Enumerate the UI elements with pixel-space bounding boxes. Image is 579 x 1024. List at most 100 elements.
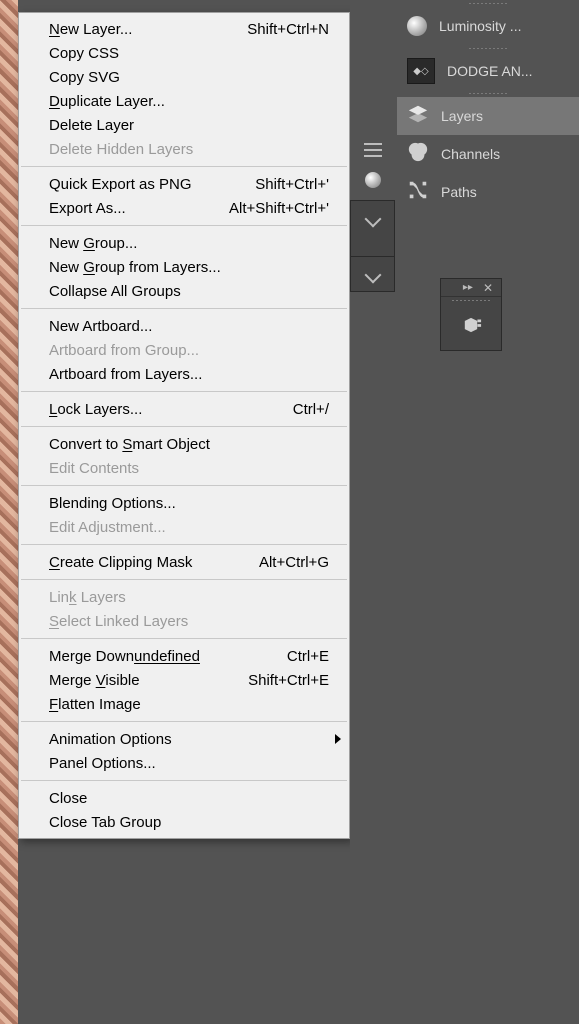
menu-item-new-artboard[interactable]: New Artboard... [19, 314, 349, 338]
menu-separator [21, 579, 347, 580]
menu-item-label: Delete Layer [49, 117, 134, 134]
panel-grip[interactable] [441, 297, 501, 304]
menu-separator [21, 721, 347, 722]
menu-separator [21, 225, 347, 226]
panel-grip[interactable] [397, 0, 579, 7]
menu-item-label: Close [49, 790, 87, 807]
menu-item-new-layer[interactable]: New Layer... Shift+Ctrl+N [19, 17, 349, 41]
menu-separator [21, 544, 347, 545]
menu-separator [21, 426, 347, 427]
menu-item-close-tab-group[interactable]: Close Tab Group [19, 810, 349, 834]
menu-item-shortcut: Shift+Ctrl+E [248, 672, 329, 689]
menu-item-label: Artboard from Layers... [49, 366, 202, 383]
collapse-arrow-icon[interactable]: ▸▸ [463, 282, 473, 293]
radial-icon [407, 16, 427, 36]
panel-tab-label: Luminosity ... [439, 18, 521, 34]
layer-context-menu: New Layer... Shift+Ctrl+N Copy CSS Copy SVG… [18, 12, 350, 839]
menu-item-label: Flatten Image [49, 696, 141, 713]
menu-item-label: Copy SVG [49, 69, 120, 86]
menu-item-label: Duplicate Layer... [49, 93, 165, 110]
menu-item-artboard-from-group: Artboard from Group... [19, 338, 349, 362]
panel-tab-dodge-an[interactable]: ◆◇ DODGE AN... [397, 52, 579, 90]
menu-item-shortcut: Alt+Shift+Ctrl+' [229, 200, 329, 217]
menu-item-label: New Layer... [49, 21, 132, 38]
menu-item-label: Panel Options... [49, 755, 156, 772]
menu-item-new-group[interactable]: New Group... [19, 231, 349, 255]
menu-item-convert-to-smart-object[interactable]: Convert to Smart Object [19, 432, 349, 456]
menu-item-blending-options[interactable]: Blending Options... [19, 491, 349, 515]
menu-item-shortcut: Shift+Ctrl+' [255, 176, 329, 193]
panel-tab-layers[interactable]: Layers [397, 97, 579, 135]
menu-item-label: New Artboard... [49, 318, 152, 335]
menu-item-quick-export-as-png[interactable]: Quick Export as PNG Shift+Ctrl+' [19, 172, 349, 196]
collapsed-panel-strip [350, 0, 395, 1024]
menu-item-shortcut: Ctrl+/ [293, 401, 329, 418]
collapsed-panel-group-2[interactable] [350, 256, 395, 292]
layers-icon [407, 103, 429, 129]
menu-item-label: Lock Layers... [49, 401, 142, 418]
menu-item-merge-visible[interactable]: Merge VisibleShift+Ctrl+E [19, 668, 349, 692]
menu-item-label: Blending Options... [49, 495, 176, 512]
menu-separator [21, 308, 347, 309]
menu-item-edit-contents: Edit Contents [19, 456, 349, 480]
panel-tab-luminosity[interactable]: Luminosity ... [397, 7, 579, 45]
menu-item-label: Link Layers [49, 589, 126, 606]
panel-tab-channels[interactable]: Channels [397, 135, 579, 173]
menu-item-create-clipping-mask[interactable]: Create Clipping Mask Alt+Ctrl+G [19, 550, 349, 574]
menu-item-label: Create Clipping Mask [49, 554, 192, 571]
menu-item-label: Export As... [49, 200, 126, 217]
3d-cube-icon[interactable] [460, 314, 482, 336]
menu-item-flatten-image[interactable]: Flatten Image [19, 692, 349, 716]
menu-item-label: Animation Options [49, 731, 172, 748]
menu-item-new-group-from-layers[interactable]: New Group from Layers... [19, 255, 349, 279]
menu-item-collapse-all-groups[interactable]: Collapse All Groups [19, 279, 349, 303]
menu-item-label: Merge Downundefined [49, 648, 200, 665]
menu-item-duplicate-layer[interactable]: Duplicate Layer... [19, 89, 349, 113]
menu-item-close[interactable]: Close [19, 786, 349, 810]
menu-item-shortcut: Shift+Ctrl+N [247, 21, 329, 38]
menu-item-label: Edit Adjustment... [49, 519, 166, 536]
menu-item-export-as[interactable]: Export As... Alt+Shift+Ctrl+' [19, 196, 349, 220]
menu-item-delete-hidden-layers: Delete Hidden Layers [19, 137, 349, 161]
mini-3d-panel[interactable]: ▸▸ ✕ [440, 278, 502, 351]
menu-item-select-linked-layers: Select Linked Layers [19, 609, 349, 633]
menu-item-label: Quick Export as PNG [49, 176, 192, 193]
menu-item-label: New Group... [49, 235, 137, 252]
panel-grip[interactable] [397, 45, 579, 52]
menu-separator [21, 485, 347, 486]
menu-item-artboard-from-layers[interactable]: Artboard from Layers... [19, 362, 349, 386]
menu-item-copy-css[interactable]: Copy CSS [19, 41, 349, 65]
channels-icon [407, 141, 429, 167]
panel-tab-label: DODGE AN... [447, 63, 533, 79]
close-icon[interactable]: ✕ [483, 281, 493, 295]
menu-item-animation-options[interactable]: Animation Options [19, 727, 349, 751]
menu-separator [21, 166, 347, 167]
panel-menu-icon[interactable] [357, 136, 389, 164]
menu-item-label: Copy CSS [49, 45, 119, 62]
menu-item-link-layers: Link Layers [19, 585, 349, 609]
panel-bullet-icon[interactable] [357, 170, 389, 190]
menu-item-delete-layer[interactable]: Delete Layer [19, 113, 349, 137]
menu-item-lock-layers[interactable]: Lock Layers... Ctrl+/ [19, 397, 349, 421]
menu-item-label: Edit Contents [49, 460, 139, 477]
menu-item-label: New Group from Layers... [49, 259, 221, 276]
menu-item-label: Collapse All Groups [49, 283, 181, 300]
panel-tab-label: Channels [441, 146, 500, 162]
submenu-arrow-icon [335, 734, 341, 744]
menu-item-panel-options[interactable]: Panel Options... [19, 751, 349, 775]
thumb-icon: ◆◇ [407, 58, 435, 84]
menu-item-label: Convert to Smart Object [49, 436, 210, 453]
menu-item-shortcut: Alt+Ctrl+G [259, 554, 329, 571]
paths-icon [407, 179, 429, 205]
panel-tab-paths[interactable]: Paths [397, 173, 579, 211]
menu-item-shortcut: Ctrl+E [287, 648, 329, 665]
right-panel-dock: Luminosity ... ◆◇ DODGE AN... Layers Channel… [397, 0, 579, 1024]
panel-grip[interactable] [397, 90, 579, 97]
menu-item-copy-svg[interactable]: Copy SVG [19, 65, 349, 89]
menu-separator [21, 391, 347, 392]
menu-separator [21, 638, 347, 639]
menu-item-merge-down[interactable]: Merge Downundefined Ctrl+E [19, 644, 349, 668]
menu-separator [21, 780, 347, 781]
menu-item-edit-adjustment: Edit Adjustment... [19, 515, 349, 539]
menu-item-label: Delete Hidden Layers [49, 141, 193, 158]
